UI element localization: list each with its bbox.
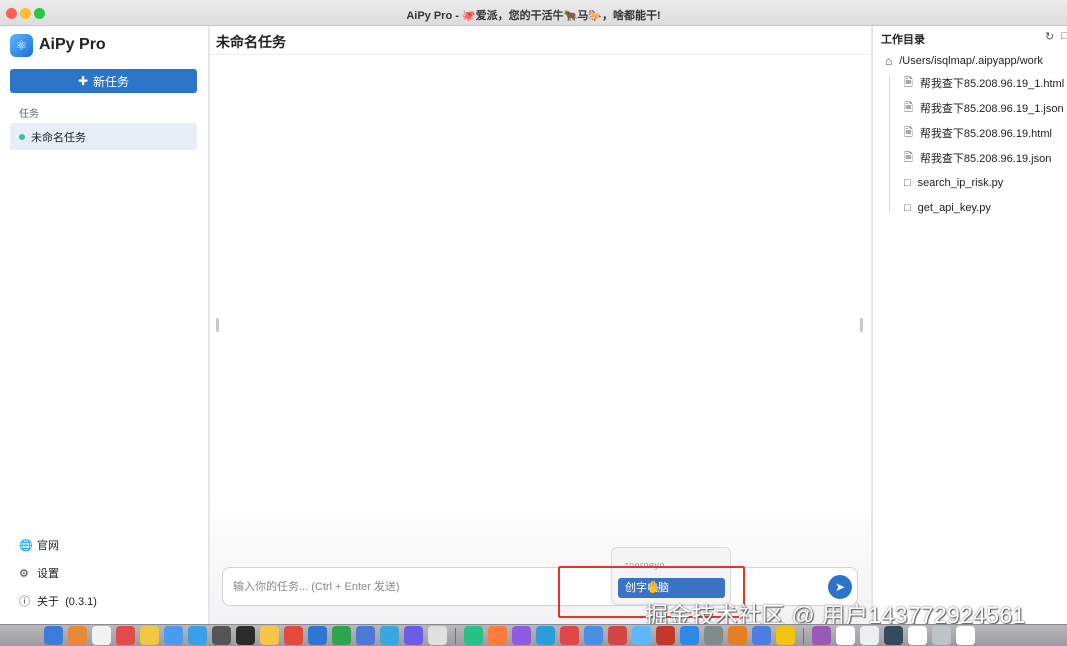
dock-app-icon[interactable] — [44, 626, 63, 645]
right-resize-handle[interactable] — [860, 318, 863, 332]
about-link[interactable]: ⓘ 关于 (0.3.1) — [0, 589, 209, 613]
file-row[interactable]: □ search_ip_risk.py — [904, 174, 1067, 192]
file-name: 帮我查下85.208.96.19.html — [919, 128, 1052, 140]
dock-separator — [803, 627, 804, 644]
dock-app-icon[interactable] — [488, 626, 507, 645]
dock-app-icon[interactable] — [560, 626, 579, 645]
document-icon: 🗎 — [904, 151, 913, 164]
dock-app-icon[interactable] — [188, 626, 207, 645]
settings-link[interactable]: ⚙ 设置 — [0, 561, 209, 585]
dock-app-icon[interactable] — [284, 626, 303, 645]
dock-app-icon[interactable] — [812, 626, 831, 645]
document-icon: 🗎 — [904, 101, 913, 114]
sidebar: ⚛ AiPy Pro ✚ 新任务 任务 未命名任务 🌐 官网 ⚙ 设置 ⓘ 关于… — [0, 26, 209, 624]
dock-app-icon[interactable] — [512, 626, 531, 645]
dock-app-icon[interactable] — [260, 626, 279, 645]
dock-app-icon[interactable] — [164, 626, 183, 645]
root-folder-row[interactable]: ⌂ /Users/isqlmap/.aipyapp/work — [885, 52, 1067, 70]
document-icon: 🗎 — [904, 126, 913, 139]
task-item[interactable]: 未命名任务 — [10, 123, 197, 150]
dock-app-icon[interactable] — [908, 626, 927, 645]
file-name: 帮我查下85.208.96.19.json — [919, 153, 1052, 165]
task-item-label: 未命名任务 — [31, 131, 86, 144]
dock-app-icon[interactable] — [116, 626, 135, 645]
python-file-icon: □ — [904, 202, 911, 214]
dock-app-icon[interactable] — [704, 626, 723, 645]
working-directory-panel: 工作目录 ↻ □ ⌂ /Users/isqlmap/.aipyapp/work … — [872, 26, 1067, 624]
aipy-logo-icon: ⚛ — [10, 34, 33, 57]
dock-app-icon[interactable] — [680, 626, 699, 645]
dock-app-icon[interactable] — [92, 626, 111, 645]
new-task-label: 新任务 — [93, 74, 130, 89]
dock-app-icon[interactable] — [584, 626, 603, 645]
dock-app-icon[interactable] — [68, 626, 87, 645]
dock-app-icon[interactable] — [932, 626, 951, 645]
dock-app-icon[interactable] — [356, 626, 375, 645]
root-folder-path: /Users/isqlmap/.aipyapp/work — [899, 55, 1043, 67]
dock-app-icon[interactable] — [608, 626, 627, 645]
file-name: search_ip_risk.py — [917, 177, 1004, 189]
website-link[interactable]: 🌐 官网 — [0, 533, 209, 557]
left-resize-handle[interactable] — [216, 318, 219, 332]
tree-guide-line — [889, 76, 890, 212]
globe-icon: 🌐 — [19, 539, 33, 552]
main-header: 未命名任务 — [210, 26, 871, 55]
file-row[interactable]: 🗎 帮我查下85.208.96.19_1.html — [904, 74, 1067, 92]
send-icon: ➤ — [834, 580, 846, 594]
file-row[interactable]: 🗎 帮我查下85.208.96.19.json — [904, 149, 1067, 167]
dock-app-icon[interactable] — [632, 626, 651, 645]
settings-link-label: 设置 — [37, 568, 59, 580]
info-icon: ⓘ — [19, 596, 30, 608]
python-file-icon: □ — [904, 177, 911, 189]
dock-app-icon[interactable] — [140, 626, 159, 645]
chat-plus-icon: ✚ — [77, 74, 89, 88]
pointer-hand-icon: ✋ — [646, 580, 661, 594]
dock-app-icon[interactable] — [656, 626, 675, 645]
file-row[interactable]: 🗎 帮我查下85.208.96.19.html — [904, 124, 1067, 142]
title-bar: AiPy Pro - 🐙爱派，您的干活牛🐂马🐎，啥都能干! — [0, 0, 1067, 26]
file-name: get_api_key.py — [917, 202, 991, 214]
dock-app-icon[interactable] — [308, 626, 327, 645]
dock-app-icon[interactable] — [884, 626, 903, 645]
home-icon: ⌂ — [885, 54, 893, 68]
dock-app-icon[interactable] — [860, 626, 879, 645]
page-title: 未命名任务 — [216, 34, 286, 50]
dock-app-icon[interactable] — [728, 626, 747, 645]
app-name: AiPy Pro — [39, 36, 106, 53]
dock-app-icon[interactable] — [236, 626, 255, 645]
dock-separator — [455, 627, 456, 644]
dock-app-icon[interactable] — [380, 626, 399, 645]
open-folder-icon[interactable]: □ — [1061, 30, 1067, 42]
gear-icon: ⚙ — [19, 567, 29, 580]
macos-dock — [0, 624, 1067, 646]
dock-app-icon[interactable] — [836, 626, 855, 645]
website-link-label: 官网 — [37, 540, 59, 552]
dock-app-icon[interactable] — [404, 626, 423, 645]
file-row[interactable]: □ get_api_key.py — [904, 199, 1067, 217]
dock-app-icon[interactable] — [428, 626, 447, 645]
main-panel: 未命名任务 ➤ — [210, 26, 871, 624]
dock-app-icon[interactable] — [956, 626, 975, 645]
refresh-icon[interactable]: ↻ — [1045, 30, 1054, 43]
about-link-label: 关于 (0.3.1) — [37, 596, 97, 608]
file-name: 帮我查下85.208.96.19_1.html — [919, 78, 1065, 90]
dock-app-icon[interactable] — [536, 626, 555, 645]
new-task-button[interactable]: ✚ 新任务 — [10, 69, 197, 93]
window-title: AiPy Pro - 🐙爱派，您的干活牛🐂马🐎，啥都能干! — [406, 10, 661, 22]
file-row[interactable]: 🗎 帮我查下85.208.96.19_1.json — [904, 99, 1067, 117]
dock-app-icon[interactable] — [752, 626, 771, 645]
dock-app-icon[interactable] — [776, 626, 795, 645]
task-status-dot — [19, 133, 25, 140]
dock-app-icon[interactable] — [464, 626, 483, 645]
dock-app-icon[interactable] — [332, 626, 351, 645]
working-directory-title: 工作目录 — [881, 34, 925, 46]
tasks-section-label: 任务 — [19, 109, 39, 120]
document-icon: 🗎 — [904, 76, 913, 89]
dock-app-icon[interactable] — [212, 626, 231, 645]
file-name: 帮我查下85.208.96.19_1.json — [919, 103, 1064, 115]
